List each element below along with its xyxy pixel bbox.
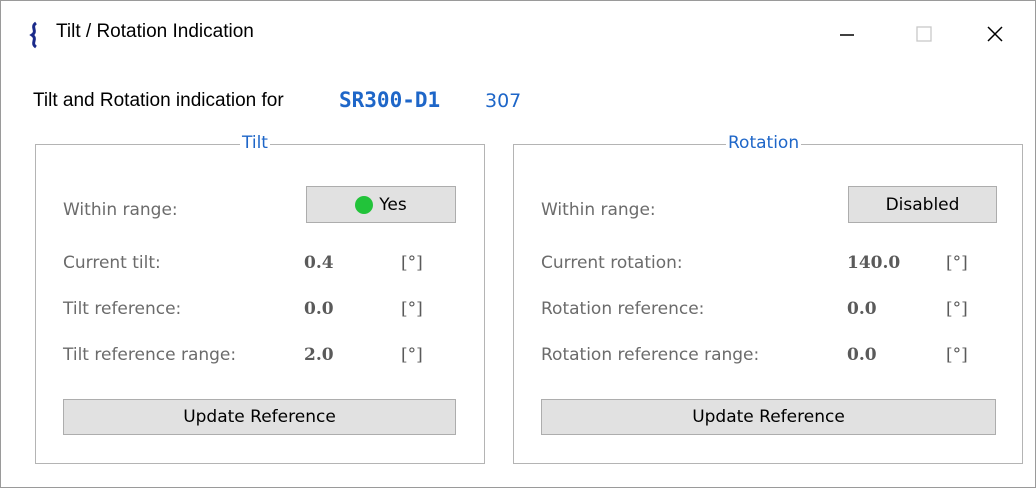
rotation-group: Rotation Within range: Disabled Current …: [513, 133, 1023, 464]
rotation-reference-range-value: 0.0: [847, 345, 877, 365]
tilt-reference-range-label: Tilt reference range:: [63, 345, 237, 365]
device-serial: 307: [485, 90, 522, 112]
rotation-reference-label: Rotation reference:: [541, 299, 705, 319]
rotation-within-range-label: Within range:: [541, 200, 656, 220]
status-ok-icon: [355, 195, 374, 214]
current-tilt-label: Current tilt:: [63, 253, 161, 273]
rotation-update-reference-button[interactable]: Update Reference: [541, 399, 996, 435]
rotation-reference-unit: [°]: [946, 299, 968, 319]
rotation-reference-range-label: Rotation reference range:: [541, 345, 760, 365]
close-button[interactable]: [971, 15, 1017, 53]
tilt-group-caption: Tilt: [240, 133, 270, 153]
window-title: Tilt / Rotation Indication: [56, 21, 254, 42]
rotation-reference-range-unit: [°]: [946, 345, 968, 365]
minimize-button[interactable]: [824, 15, 870, 53]
minimize-icon: [840, 34, 854, 36]
close-icon: [987, 26, 1003, 42]
tilt-update-reference-button[interactable]: Update Reference: [63, 399, 456, 435]
current-rotation-unit: [°]: [946, 253, 968, 273]
rotation-reference-value: 0.0: [847, 299, 877, 319]
device-model: SR300-D1: [339, 88, 441, 112]
current-rotation-label: Current rotation:: [541, 253, 683, 273]
rotation-group-caption: Rotation: [726, 133, 802, 153]
title-bar[interactable]: Tilt / Rotation Indication: [1, 1, 1035, 65]
current-rotation-value: 140.0: [847, 253, 901, 273]
tilt-reference-unit: [°]: [401, 299, 423, 319]
dialog-window: Tilt / Rotation Indication Tilt and Rota…: [0, 0, 1036, 488]
tilt-reference-range-unit: [°]: [401, 345, 423, 365]
tilt-group: Tilt Within range: Yes Current tilt: 0.4…: [35, 133, 485, 464]
header-prefix: Tilt and Rotation indication for: [33, 90, 284, 111]
tilt-reference-range-value: 2.0: [304, 345, 334, 365]
tilt-reference-value: 0.0: [304, 299, 334, 319]
tilt-within-range-label: Within range:: [63, 200, 178, 220]
rotation-status-indicator: Disabled: [848, 186, 997, 223]
tilt-status-text: Yes: [379, 194, 407, 215]
tilt-reference-label: Tilt reference:: [63, 299, 182, 319]
maximize-button[interactable]: [900, 15, 946, 53]
maximize-icon: [916, 26, 932, 42]
current-tilt-value: 0.4: [304, 253, 334, 273]
tilt-status-indicator: Yes: [306, 186, 456, 223]
current-tilt-unit: [°]: [401, 253, 423, 273]
app-icon: [29, 21, 37, 49]
